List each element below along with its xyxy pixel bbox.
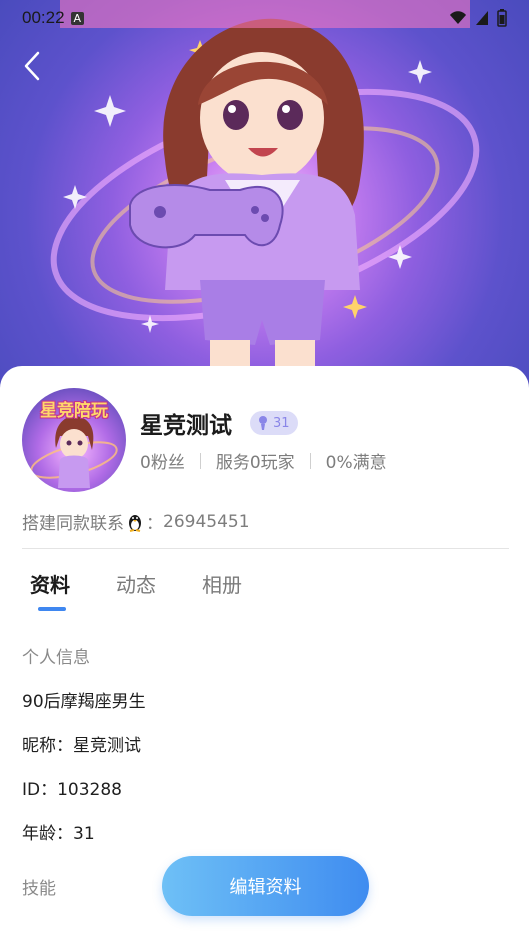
avatar[interactable]: 星竞陪玩 bbox=[22, 388, 126, 492]
contact-number[interactable]: 26945451 bbox=[163, 512, 250, 532]
tab-moments[interactable]: 动态 bbox=[108, 569, 164, 598]
level-badge: 31 bbox=[250, 411, 298, 435]
tab-profile[interactable]: 资料 bbox=[22, 569, 78, 598]
battery-icon bbox=[497, 9, 507, 27]
status-time: 00:22 bbox=[22, 8, 65, 27]
nickname-text: 昵称：星竞测试 bbox=[22, 736, 141, 756]
profile-sheet: 星竞陪玩 星竞测试 31 0粉丝 服务0玩家 0%满意 搭建同款联系 ： 269… bbox=[0, 366, 529, 945]
active-tab-indicator bbox=[38, 607, 66, 611]
hero-banner: 00:22 A bbox=[0, 0, 529, 390]
hero-illustration bbox=[50, 0, 480, 390]
status-notification-badge: A bbox=[70, 11, 85, 25]
edit-profile-button[interactable]: 编辑资料 bbox=[162, 856, 369, 916]
satisfaction-rate: 0%满意 bbox=[325, 453, 387, 473]
personal-info-title: 个人信息 bbox=[22, 648, 90, 668]
person-icon bbox=[259, 416, 267, 430]
profile-name: 星竞测试 bbox=[140, 413, 232, 439]
tab-album[interactable]: 相册 bbox=[194, 569, 250, 598]
contact-info: 搭建同款联系 ： 26945451 bbox=[22, 509, 250, 535]
signal-icon bbox=[476, 11, 488, 25]
followers-count[interactable]: 0粉丝 bbox=[140, 448, 185, 473]
penguin-icon bbox=[129, 514, 141, 532]
contact-label: 搭建同款联系 bbox=[22, 514, 124, 534]
stats-divider bbox=[199, 452, 201, 469]
section-divider bbox=[22, 548, 509, 549]
contact-separator: ： bbox=[146, 514, 163, 534]
age-text: 年龄：31 bbox=[22, 824, 95, 844]
skills-label: 技能 bbox=[22, 879, 56, 899]
level-value: 31 bbox=[273, 415, 290, 431]
served-players-count: 服务0玩家 bbox=[215, 453, 295, 473]
back-button[interactable] bbox=[14, 46, 50, 86]
wifi-icon bbox=[450, 11, 466, 24]
profile-tabs: 资料 动态 相册 bbox=[22, 569, 250, 598]
avatar-logo-text: 星竞陪玩 bbox=[40, 401, 108, 421]
user-id-text: ID：103288 bbox=[22, 780, 122, 800]
status-bar: 00:22 A bbox=[0, 0, 529, 36]
profile-stats: 0粉丝 服务0玩家 0%满意 bbox=[140, 448, 387, 473]
stats-divider bbox=[309, 452, 311, 469]
bio-text: 90后摩羯座男生 bbox=[22, 692, 146, 712]
chevron-left-icon bbox=[24, 51, 40, 81]
